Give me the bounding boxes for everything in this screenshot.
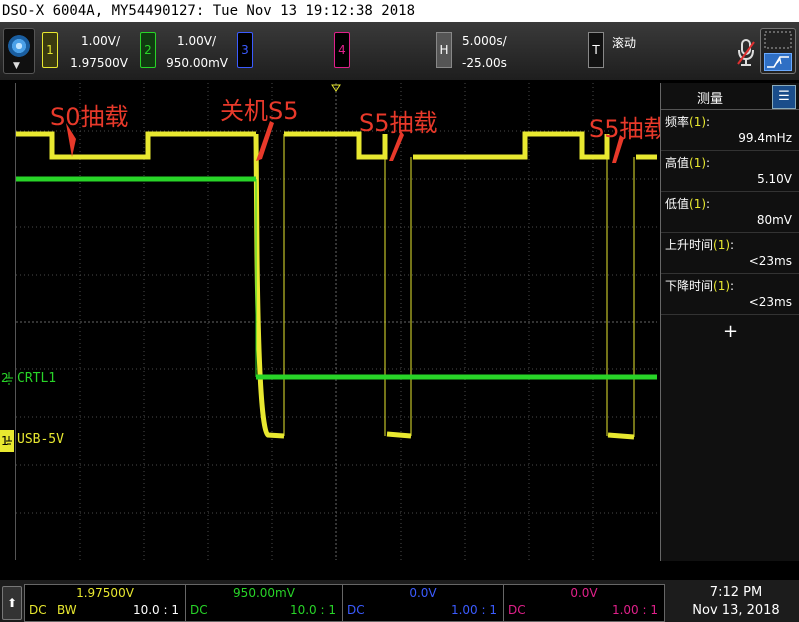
trace-label-usb-5v: USB-5V xyxy=(17,432,64,447)
measurement-label: 低值 xyxy=(665,197,690,211)
annotation-s5-load-2: S5抽载 xyxy=(589,115,668,143)
channel-4-status-value: 0.0V xyxy=(570,586,598,600)
top-toolbar: ▼ 1 1.00V/ 1.97500V 2 1.00V/ 950.00mV 3 … xyxy=(0,22,799,80)
channel-1-scale: 1.00V/ xyxy=(81,34,120,48)
list-icon[interactable]: ☰ xyxy=(772,85,796,109)
clock-time: 7:12 PM xyxy=(709,585,763,600)
measurement-label: 下降时间 xyxy=(665,279,714,293)
measurement-value: 5.10V xyxy=(757,172,792,186)
measurement-channel: (1) xyxy=(689,197,707,211)
measurement-title: 测量 xyxy=(697,92,724,107)
annotation-s5-load-1: S5抽载 xyxy=(359,109,438,137)
keysight-menu-button[interactable]: ▼ xyxy=(3,28,35,74)
measurement-channel: (1) xyxy=(713,279,731,293)
trigger-mode: 滚动 xyxy=(612,36,637,50)
delay-value: -25.00s xyxy=(462,56,507,70)
measurement-label: 上升时间 xyxy=(665,238,714,252)
channel-2-ground-marker-icon[interactable]: 2 xyxy=(0,368,16,388)
trigger-button[interactable]: T xyxy=(588,32,604,68)
annotation-shutdown-s5: 关机S5 xyxy=(220,97,299,125)
channel-3-status-value: 0.0V xyxy=(409,586,437,600)
channel-1-coupling: DC xyxy=(29,603,47,617)
channel-1-probe: 10.0 : 1 xyxy=(132,603,179,617)
window-title-bar: DSO-X 6004A, MY54490127: Tue Nov 13 19:1… xyxy=(0,0,799,22)
bottom-status-bar: ⬆ 1.97500V DC BW 10.0 : 1 950.00mV DC 10… xyxy=(0,580,799,622)
measurement-value: 99.4mHz xyxy=(738,131,792,145)
trigger-edge-button[interactable] xyxy=(760,28,796,74)
rising-edge-icon xyxy=(764,53,792,71)
measurement-row[interactable]: 下降时间(1): <23ms xyxy=(661,274,799,315)
channel-3-coupling: DC xyxy=(347,603,365,617)
annotation-s0-load: S0抽载 xyxy=(50,103,129,131)
grid-icon xyxy=(764,31,792,49)
chevron-down-icon: ▼ xyxy=(13,61,20,71)
channel-2-button[interactable]: 2 xyxy=(140,32,156,68)
add-measurement-button[interactable]: + xyxy=(661,321,799,342)
horizontal-button[interactable]: H xyxy=(436,32,452,68)
channel-4-button[interactable]: 4 xyxy=(334,32,350,68)
channel-4-coupling: DC xyxy=(508,603,526,617)
measurement-value: 80mV xyxy=(756,213,792,227)
channel-2-status[interactable]: 950.00mV DC 10.0 : 1 xyxy=(185,584,343,622)
arrow-up-icon[interactable]: ⬆ xyxy=(2,586,22,620)
trace-label-crtl1: CRTL1 xyxy=(17,371,57,386)
timebase-value: 5.000s/ xyxy=(462,34,507,48)
measurement-channel: (1) xyxy=(713,238,731,252)
channel-2-offset: 950.00mV xyxy=(166,56,228,70)
channel-1-status-value: 1.97500V xyxy=(76,586,134,600)
waveform-display[interactable]: S0抽载 关机S5 S5抽载 S5抽载 xyxy=(15,83,668,560)
measurement-value: <23ms xyxy=(748,254,792,268)
channel-2-scale: 1.00V/ xyxy=(177,34,216,48)
channel-1-button[interactable]: 1 xyxy=(42,32,58,68)
microphone-icon[interactable] xyxy=(735,38,757,68)
channel-3-button[interactable]: 3 xyxy=(237,32,253,68)
channel-3-status[interactable]: 0.0V DC 1.00 : 1 xyxy=(342,584,504,622)
channel-4-status[interactable]: 0.0V DC 1.00 : 1 xyxy=(503,584,665,622)
measurement-channel: (1) xyxy=(689,156,707,170)
measurement-row[interactable]: 上升时间(1): <23ms xyxy=(661,233,799,274)
channel-2-status-value: 950.00mV xyxy=(233,586,295,600)
channel-1-ground-marker-icon[interactable]: 1 xyxy=(0,430,14,452)
measurement-row[interactable]: 低值(1): 80mV xyxy=(661,192,799,233)
channel-1-bw-limit: BW xyxy=(57,603,77,617)
waveform-graticule xyxy=(16,83,657,560)
measurement-row[interactable]: 高值(1): 5.10V xyxy=(661,151,799,192)
measurement-header: 测量 ☰ xyxy=(661,83,799,110)
clock: 7:12 PM Nov 13, 2018 xyxy=(676,584,796,620)
channel-1-offset: 1.97500V xyxy=(70,56,128,70)
measurement-channel: (1) xyxy=(689,115,707,129)
channel-3-probe: 1.00 : 1 xyxy=(450,603,497,617)
measurement-row[interactable]: 频率(1): 99.4mHz xyxy=(661,110,799,151)
clock-date: Nov 13, 2018 xyxy=(692,603,780,618)
measurement-panel: 测量 ☰ 频率(1): 99.4mHz 高值(1): 5.10V 低值(1): … xyxy=(660,83,799,561)
channel-2-probe: 10.0 : 1 xyxy=(289,603,336,617)
channel-2-coupling: DC xyxy=(190,603,208,617)
window-title: DSO-X 6004A, MY54490127: Tue Nov 13 19:1… xyxy=(2,3,416,19)
measurement-label: 频率 xyxy=(665,115,690,129)
channel-1-status[interactable]: 1.97500V DC BW 10.0 : 1 xyxy=(24,584,186,622)
measurement-value: <23ms xyxy=(748,295,792,309)
channel-4-probe: 1.00 : 1 xyxy=(611,603,658,617)
measurement-label: 高值 xyxy=(665,156,690,170)
keysight-logo-icon xyxy=(8,35,30,57)
